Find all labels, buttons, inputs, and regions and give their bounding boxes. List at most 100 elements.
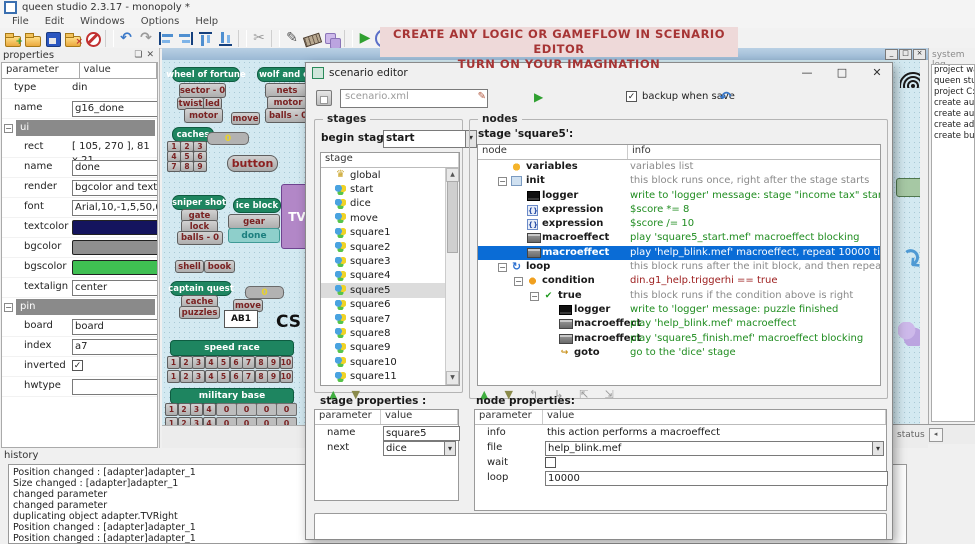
color-swatch-bgscolor[interactable]: [72, 260, 158, 275]
canvas-numcell-33-1[interactable]: 2: [180, 370, 193, 383]
stage-item-square2[interactable]: square2: [321, 240, 446, 254]
canvas-numcell-32-8[interactable]: 9: [267, 356, 280, 369]
row-select[interactable]: dice: [383, 441, 456, 456]
pencil-icon[interactable]: ✎: [282, 29, 302, 48]
canvas-numcell-32-7[interactable]: 8: [255, 356, 268, 369]
stage-item-square6[interactable]: square6: [321, 298, 446, 312]
save-scenario-icon[interactable]: [316, 90, 332, 106]
canvas-button-2[interactable]: sector - 0: [179, 83, 226, 98]
canvas-pill-button-13[interactable]: button: [227, 155, 278, 172]
close-button[interactable]: ✕: [862, 64, 892, 82]
canvas-numcell-37-2[interactable]: 3: [190, 417, 203, 425]
canvas-bar-34[interactable]: military base: [170, 388, 294, 404]
stage-item-square9[interactable]: square9: [321, 341, 446, 355]
node-row-loop-7[interactable]: −↻loopthis block runs after the init blo…: [478, 260, 880, 274]
canvas-numcell-32-6[interactable]: 7: [242, 356, 255, 369]
canvas-button-19[interactable]: gear: [228, 214, 280, 229]
stage-list-scrollbar[interactable]: ▲ ▼: [445, 168, 459, 385]
canvas-zerocell-38-3[interactable]: 0: [276, 417, 297, 425]
stage-item-global[interactable]: ♛global: [321, 168, 446, 182]
canvas-zerocell-36-0[interactable]: 0: [216, 403, 237, 416]
node-paste-icon[interactable]: ⇲: [605, 388, 614, 401]
edit-file-icon[interactable]: ✎: [478, 91, 486, 102]
canvas-numcell-35-2[interactable]: 3: [190, 403, 203, 416]
node-row-macroeffect-6[interactable]: macroeffectplay 'help_blink.mef' macroef…: [478, 246, 880, 260]
stage-item-move[interactable]: move: [321, 211, 446, 225]
align-bottom-icon[interactable]: [216, 29, 236, 48]
minimize-button[interactable]: —: [792, 64, 822, 82]
expand-icon[interactable]: −: [514, 277, 523, 286]
canvas-numcell-32-5[interactable]: 6: [230, 356, 243, 369]
scroll-down-icon[interactable]: ▼: [446, 371, 459, 385]
float-panel-icon[interactable]: ❏: [132, 50, 144, 60]
align-left-icon[interactable]: [156, 29, 176, 48]
stage-item-square11[interactable]: square11: [321, 369, 446, 383]
align-right-icon[interactable]: [176, 29, 196, 48]
canvas-label-24[interactable]: captain quest: [170, 281, 232, 296]
expand-icon[interactable]: −: [530, 292, 539, 301]
property-select[interactable]: center: [72, 280, 158, 296]
backup-checkbox[interactable]: ✓: [626, 91, 637, 102]
property-input[interactable]: Arial,10,-1,5,50,0,0,0,0,0: [72, 200, 158, 216]
canvas-button-26[interactable]: puzzles: [179, 306, 220, 319]
close-panel-icon[interactable]: ✕: [144, 50, 156, 60]
expand-icon[interactable]: −: [4, 303, 13, 312]
row-input[interactable]: 10000: [545, 471, 888, 486]
node-row-logger-10[interactable]: loggerwrite to 'logger' message: puzzle …: [478, 303, 880, 317]
canvas-numcell-33-8[interactable]: 9: [267, 370, 280, 383]
canvas-numcell-32-1[interactable]: 2: [180, 356, 193, 369]
canvas-zerocell-38-1[interactable]: 0: [236, 417, 257, 425]
node-row-macroeffect-5[interactable]: macroeffectplay 'square5_start.mef' macr…: [478, 231, 880, 245]
save-project-icon[interactable]: [43, 29, 63, 48]
canvas-numcell-37-0[interactable]: 1: [165, 417, 178, 425]
canvas-button-17[interactable]: balls - 0: [177, 231, 223, 245]
canvas-button-7[interactable]: motor: [184, 108, 223, 123]
ruler-icon[interactable]: [302, 29, 322, 48]
plugins-icon[interactable]: [322, 29, 342, 48]
property-input[interactable]: done: [72, 160, 158, 176]
node-row-logger-2[interactable]: loggerwrite to 'logger' message: stage "…: [478, 189, 880, 203]
property-select[interactable]: board: [72, 319, 158, 335]
open-project-icon[interactable]: [23, 29, 43, 48]
menu-windows[interactable]: Windows: [72, 15, 133, 28]
expand-icon[interactable]: −: [498, 177, 507, 186]
node-row-macroeffect-11[interactable]: macroeffectplay 'help_blink.mef' macroef…: [478, 317, 880, 331]
new-project-icon[interactable]: +: [3, 29, 23, 48]
color-swatch-textcolor[interactable]: [72, 220, 158, 235]
property-select[interactable]: bgcolor and text: [72, 180, 158, 196]
menu-help[interactable]: Help: [187, 15, 226, 28]
canvas-numcell-32-2[interactable]: 3: [192, 356, 205, 369]
canvas-numcell-33-2[interactable]: 3: [192, 370, 205, 383]
scenario-undo-icon[interactable]: ↶: [719, 88, 732, 106]
canvas-whitebox-29[interactable]: AB1: [224, 310, 258, 328]
property-input[interactable]: a7: [72, 339, 158, 355]
menu-options[interactable]: Options: [133, 15, 188, 28]
canvas-numcell-33-7[interactable]: 8: [255, 370, 268, 383]
canvas-numcell-33-3[interactable]: 4: [205, 370, 218, 383]
canvas-numcell-12-8[interactable]: 9: [193, 161, 207, 172]
canvas-numcell-33-4[interactable]: 5: [217, 370, 230, 383]
canvas-numcell-32-9[interactable]: 10: [280, 356, 293, 369]
canvas-numcell-32-4[interactable]: 5: [217, 356, 230, 369]
mdi-maximize-button[interactable]: □: [899, 49, 912, 60]
node-row-true-9[interactable]: −✔truethis block runs if the condition a…: [478, 289, 880, 303]
canvas-zerocell-38-0[interactable]: 0: [216, 417, 237, 425]
row-checkbox[interactable]: [545, 457, 556, 468]
canvas-numcell-32-3[interactable]: 4: [205, 356, 218, 369]
scroll-left-icon[interactable]: ◂: [929, 428, 943, 442]
node-row-expression-3[interactable]: {}expression$score *= 8: [478, 203, 880, 217]
canvas-label-0[interactable]: wheel of fortune: [172, 67, 240, 82]
canvas-numcell-35-0[interactable]: 1: [165, 403, 178, 416]
scroll-up-icon[interactable]: ▲: [446, 168, 459, 182]
property-group-ui[interactable]: −ui: [2, 119, 157, 138]
stage-item-square10[interactable]: square10: [321, 355, 446, 369]
node-row-variables-0[interactable]: variablesvariables list: [478, 160, 880, 174]
scenario-file-input[interactable]: scenario.xml✎: [340, 89, 488, 108]
canvas-bar-31[interactable]: speed race: [170, 340, 294, 356]
node-copy-icon[interactable]: ⇱: [579, 388, 588, 401]
canvas-numcell-33-6[interactable]: 7: [242, 370, 255, 383]
menu-file[interactable]: File: [4, 15, 37, 28]
canvas-numcell-32-0[interactable]: 1: [167, 356, 180, 369]
stage-item-square3[interactable]: square3: [321, 254, 446, 268]
canvas-button-9[interactable]: move: [231, 112, 260, 125]
